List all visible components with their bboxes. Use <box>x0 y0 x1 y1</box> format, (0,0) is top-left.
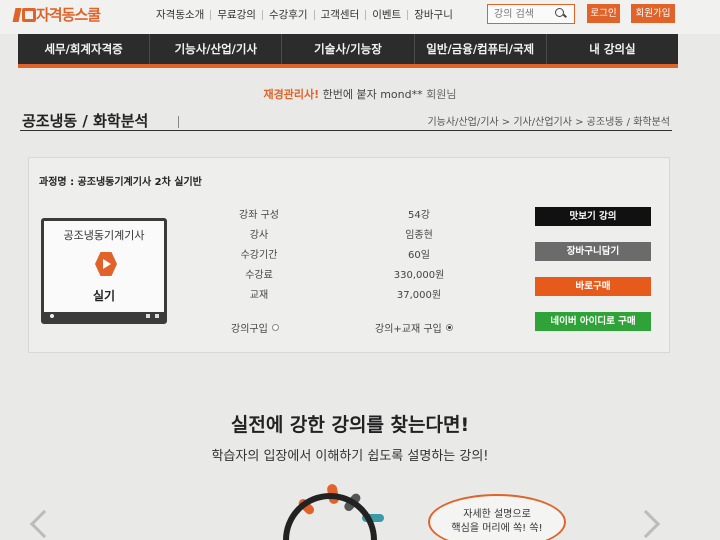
page-title: 공조냉동 / 화학분석 <box>22 112 149 130</box>
prev-arrow-icon[interactable] <box>29 509 59 539</box>
speech-bubble: 자세한 설명으로 핵심을 머리에 쏙! 쏙! <box>428 494 566 540</box>
top-nav-events[interactable]: 이벤트 <box>366 7 407 22</box>
welcome-highlight: 재경관리사! <box>263 88 320 101</box>
course-thumbnail[interactable]: 공조냉동기계기사 실기 <box>41 218 167 324</box>
preview-lecture-button[interactable]: 맛보기 강의 <box>535 207 651 226</box>
search-box <box>487 4 575 24</box>
course-panel: 과정명 : 공조냉동기계기사 2차 실기반 공조냉동기계기사 실기 강좌 구성 … <box>28 157 670 353</box>
square-icon <box>155 314 159 318</box>
main-nav-technician[interactable]: 기능사/산업/기사 <box>150 34 283 64</box>
welcome-suffix: 회원님 <box>422 88 457 101</box>
detail-label: 강좌 구성 <box>239 210 279 221</box>
bubble-line-1: 자세한 설명으로 <box>463 509 531 520</box>
buy-now-button[interactable]: 바로구매 <box>535 277 651 296</box>
join-button[interactable]: 회원가입 <box>631 4 675 23</box>
top-nav-free-lectures[interactable]: 무료강의 <box>211 7 262 22</box>
option-lecture-book-label: 강의+교재 구입 <box>375 324 442 335</box>
search-icon[interactable] <box>554 7 568 21</box>
welcome-message: 재경관리사! 한번에 붙자 mond** 회원님 <box>0 86 720 102</box>
welcome-text: 한번에 붙자 <box>319 88 381 101</box>
login-button[interactable]: 로그인 <box>587 4 620 23</box>
square-icon <box>146 314 150 318</box>
hero-headline: 실전에 강한 강의를 찾는다면! <box>230 414 470 436</box>
main-nav-my-classroom[interactable]: 내 강의실 <box>547 34 678 64</box>
detail-value: 54강 <box>408 210 430 221</box>
option-lecture-only[interactable]: 강의구입 <box>231 320 279 335</box>
main-nav: 세무/회계자격증 기능사/산업/기사 기술사/기능장 일반/금융/컴퓨터/국제 … <box>18 34 678 64</box>
top-nav-cart[interactable]: 장바구니 <box>408 7 459 22</box>
logo-text: 자격동스쿨 <box>36 6 101 24</box>
option-lecture-book[interactable]: 강의+교재 구입 <box>375 320 453 335</box>
search-input[interactable] <box>488 5 554 23</box>
next-arrow-icon[interactable] <box>631 509 661 539</box>
detail-value: 37,000원 <box>396 290 442 301</box>
detail-label: 강사 <box>249 230 269 241</box>
thumbnail-subtitle: 실기 <box>92 289 116 303</box>
detail-label: 교재 <box>249 290 269 301</box>
detail-label: 수강기간 <box>240 250 278 261</box>
divider <box>178 116 179 128</box>
top-nav-about[interactable]: 자격동소개 <box>150 7 210 22</box>
detail-value: 임종현 <box>405 230 433 241</box>
option-lecture-label: 강의구입 <box>231 324 268 335</box>
detail-value: 330,000원 <box>393 270 445 281</box>
top-nav: 자격동소개 무료강의 수강후기 고객센터 이벤트 장바구니 <box>150 7 459 22</box>
main-nav-tax-accounting[interactable]: 세무/회계자격증 <box>18 34 151 64</box>
dot-icon <box>50 314 54 318</box>
welcome-user: mond** <box>380 88 423 101</box>
add-to-cart-button[interactable]: 장바구니담기 <box>535 242 651 261</box>
title-divider <box>20 130 672 131</box>
radio-lecture-book[interactable] <box>445 324 453 331</box>
lightbulb-icon <box>283 484 384 540</box>
site-logo[interactable]: 자격동스쿨 <box>12 4 101 25</box>
breadcrumb[interactable]: 기능사/산업/기사 > 기사/산업기사 > 공조냉동 / 화학분석 <box>427 113 670 128</box>
main-nav-general[interactable]: 일반/금융/컴퓨터/국제 <box>415 34 547 64</box>
course-name: 과정명 : 공조냉동기계기사 2차 실기반 <box>39 177 202 188</box>
hero-subline: 학습자의 입장에서 이해하기 쉽도록 설명하는 강의! <box>211 449 489 464</box>
main-nav-professional-engineer[interactable]: 기술사/기능장 <box>282 34 415 64</box>
bubble-line-2: 핵심을 머리에 쏙! 쏙! <box>451 523 543 534</box>
detail-value: 60일 <box>408 250 430 261</box>
nav-underline <box>18 64 678 68</box>
thumbnail-title: 공조냉동기계기사 <box>63 229 145 242</box>
play-icon[interactable] <box>95 252 117 276</box>
top-header: 자격동스쿨 자격동소개 무료강의 수강후기 고객센터 이벤트 장바구니 로그인 … <box>0 0 720 34</box>
top-nav-support[interactable]: 고객센터 <box>315 7 366 22</box>
top-nav-reviews[interactable]: 수강후기 <box>263 7 314 22</box>
radio-lecture-only[interactable] <box>271 324 279 331</box>
thumbnail-controls <box>44 312 164 321</box>
logo-mark-icon <box>12 6 36 24</box>
naver-buy-button[interactable]: 네이버 아이디로 구매 <box>535 312 651 331</box>
detail-label: 수강료 <box>245 270 273 281</box>
